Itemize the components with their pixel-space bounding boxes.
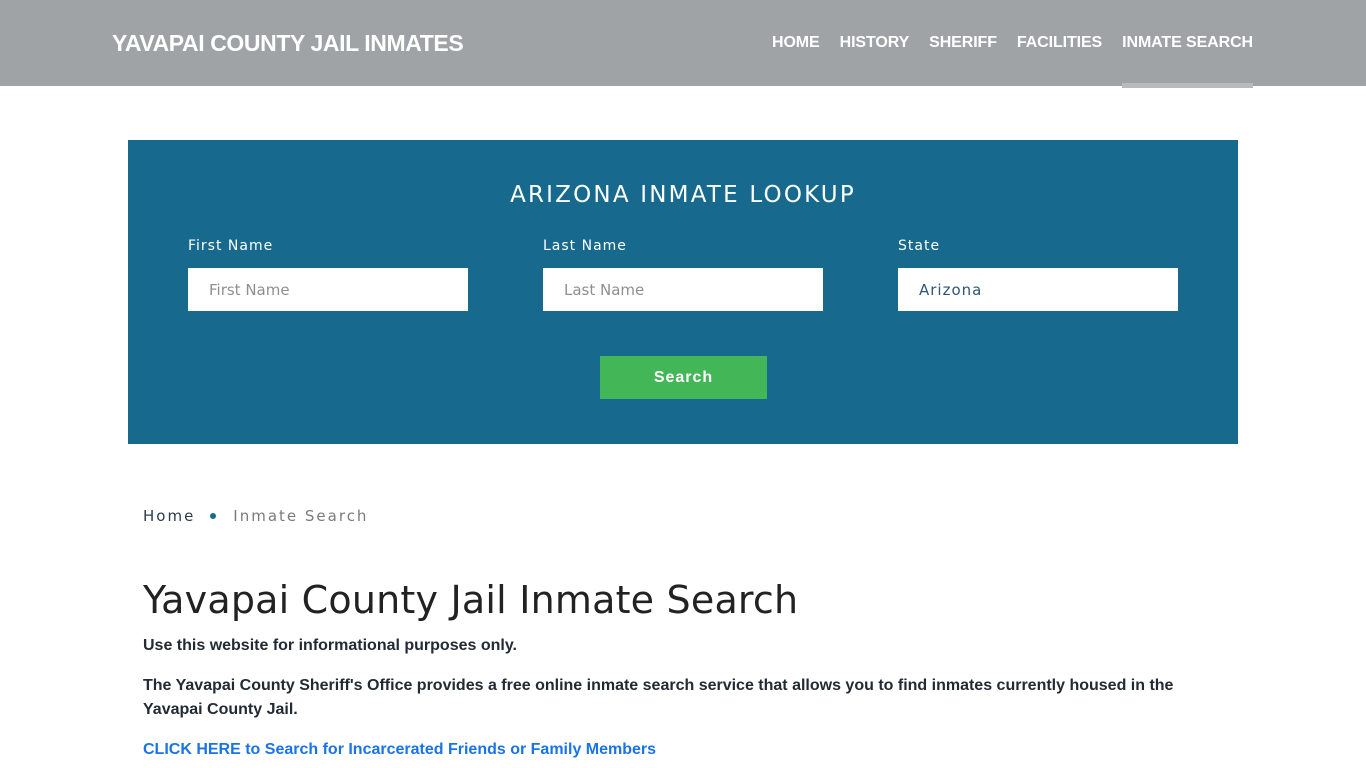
last-name-field-group: Last Name: [543, 238, 823, 311]
page-title: Yavapai County Jail Inmate Search: [143, 578, 799, 622]
disclaimer-text: Use this website for informational purpo…: [143, 637, 517, 654]
first-name-field-group: First Name: [188, 238, 468, 311]
state-label: State: [898, 238, 941, 254]
nav-item-facilities[interactable]: FACILITIES: [1017, 0, 1102, 86]
main-nav: HOME HISTORY SHERIFF FACILITIES INMATE S…: [752, 0, 1253, 88]
nav-item-home[interactable]: HOME: [772, 0, 820, 86]
nav-item-inmate-search[interactable]: INMATE SEARCH: [1122, 0, 1253, 88]
state-input[interactable]: [898, 268, 1178, 311]
search-friends-family-link[interactable]: CLICK HERE to Search for Incarcerated Fr…: [143, 738, 656, 762]
lookup-title: ARIZONA INMATE LOOKUP: [510, 182, 856, 208]
last-name-label: Last Name: [543, 238, 627, 254]
search-button[interactable]: Search: [600, 356, 767, 399]
site-header: YAVAPAI COUNTY JAIL INMATES HOME HISTORY…: [0, 0, 1366, 88]
first-name-input[interactable]: [188, 268, 468, 311]
breadcrumb-current: Inmate Search: [233, 507, 369, 525]
site-brand-link[interactable]: YAVAPAI COUNTY JAIL INMATES: [112, 30, 464, 57]
state-field-group: State: [898, 238, 1178, 311]
last-name-input[interactable]: [543, 268, 823, 311]
nav-item-sheriff[interactable]: SHERIFF: [929, 0, 997, 86]
inmate-lookup-panel: ARIZONA INMATE LOOKUP First Name Last Na…: [128, 140, 1238, 444]
description-text: The Yavapai County Sheriff's Office prov…: [143, 677, 1174, 718]
nav-item-history[interactable]: HISTORY: [840, 0, 910, 86]
breadcrumb-home-link[interactable]: Home: [143, 507, 195, 525]
breadcrumb-separator-dot-icon: [210, 513, 217, 519]
breadcrumb: Home Inmate Search: [143, 507, 368, 525]
first-name-label: First Name: [188, 238, 274, 254]
